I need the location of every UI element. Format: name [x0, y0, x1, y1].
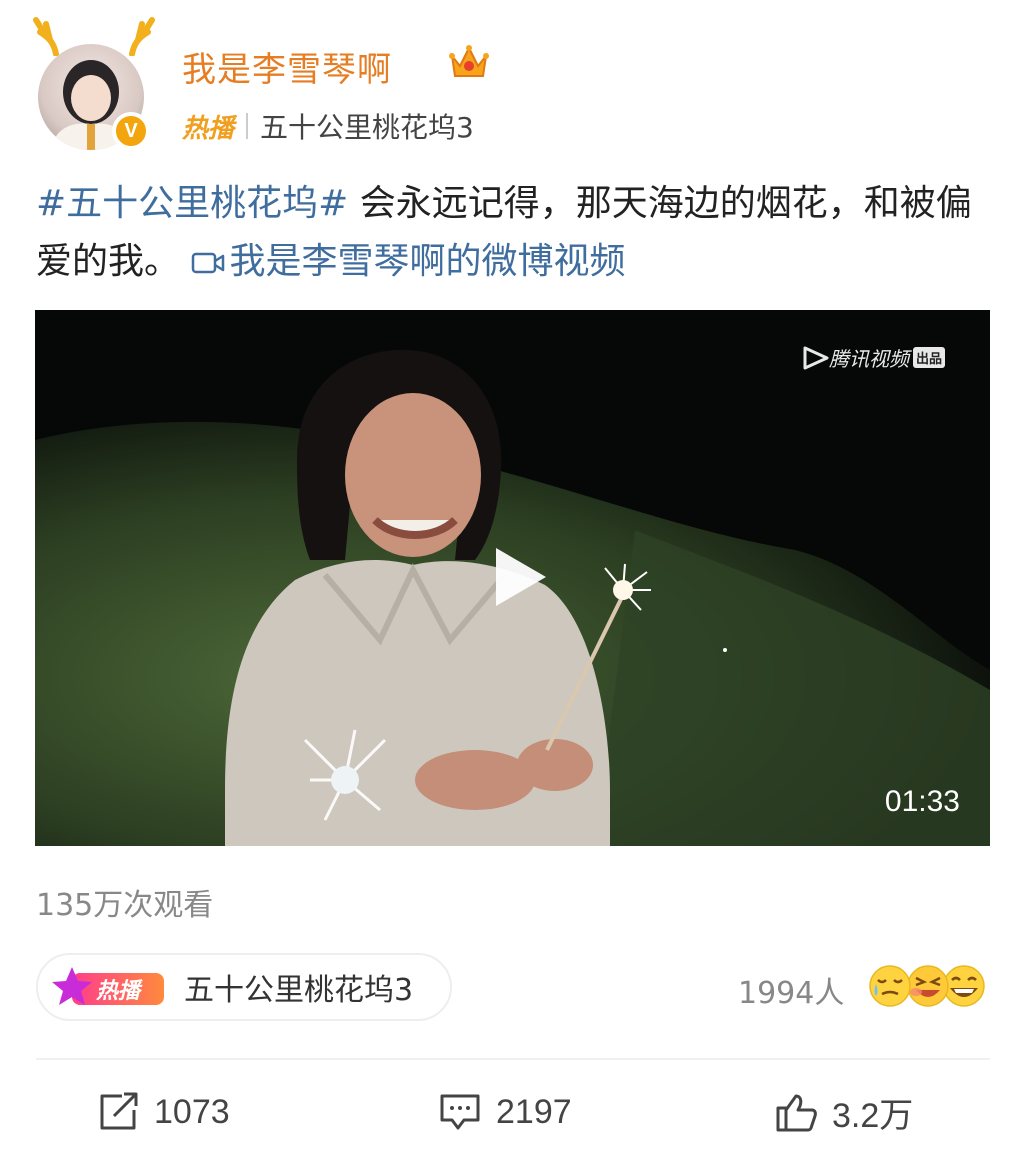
comment-count: 2197: [496, 1092, 572, 1131]
crying-face-icon: [869, 965, 911, 1007]
repost-button[interactable]: 1073: [96, 1090, 230, 1134]
verified-badge: V: [112, 112, 150, 150]
post-header: V 我是李雪琴啊 热播 五十公里桃花坞3: [0, 0, 1024, 160]
crown-icon: [449, 45, 489, 77]
reaction-emojis[interactable]: [866, 962, 988, 1010]
username[interactable]: 我是李雪琴啊: [182, 42, 392, 91]
comment-icon: [440, 1094, 480, 1130]
like-button[interactable]: 3.2万: [774, 1090, 914, 1135]
thumbs-up-icon: [776, 1094, 817, 1132]
hot-series-chip[interactable]: 热播 五十公里桃花坞3: [36, 953, 452, 1021]
antler-icon: [129, 17, 155, 56]
video-camera-icon: [192, 252, 225, 274]
video-duration: 01:33: [884, 785, 960, 818]
video-link[interactable]: 我是李雪琴啊的微博视频: [191, 241, 625, 282]
like-count: 3.2万: [832, 1096, 914, 1135]
share-icon: [100, 1092, 138, 1130]
hot-logo-label: 热播: [96, 979, 141, 1004]
view-count: 135万次观看: [36, 888, 214, 923]
topic-link[interactable]: #五十公里桃花坞#: [36, 183, 348, 224]
watermark-badge: 出品: [913, 347, 946, 368]
video-player[interactable]: 腾讯视频 出品 01:33: [35, 310, 990, 846]
play-icon[interactable]: [482, 542, 552, 612]
source-row[interactable]: 热播 五十公里桃花坞3: [182, 106, 474, 146]
laughing-face-icon: [907, 965, 949, 1007]
repost-count: 1073: [154, 1092, 230, 1131]
avatar[interactable]: V: [30, 16, 160, 156]
divider: [246, 113, 249, 139]
grinning-face-icon: [943, 965, 985, 1007]
watermark-text: 腾讯视频: [829, 347, 909, 371]
video-watermark: 腾讯视频 出品: [801, 343, 946, 372]
comment-button[interactable]: 2197: [438, 1090, 572, 1134]
source-title: 五十公里桃花坞3: [260, 111, 474, 144]
post-text: #五十公里桃花坞# 会永远记得，那天海边的烟花，和被偏爱的我。 我是李雪琴啊的微…: [36, 175, 986, 291]
tencent-video-icon: [803, 346, 829, 369]
hot-chip-title: 五十公里桃花坞3: [184, 973, 414, 1008]
reaction-count[interactable]: 1994人: [738, 968, 844, 1012]
hot-tag: 热播: [182, 113, 235, 144]
video-link-label: 我是李雪琴啊的微博视频: [229, 241, 626, 282]
hot-logo: 热播: [52, 965, 170, 1009]
divider: [36, 1058, 990, 1060]
